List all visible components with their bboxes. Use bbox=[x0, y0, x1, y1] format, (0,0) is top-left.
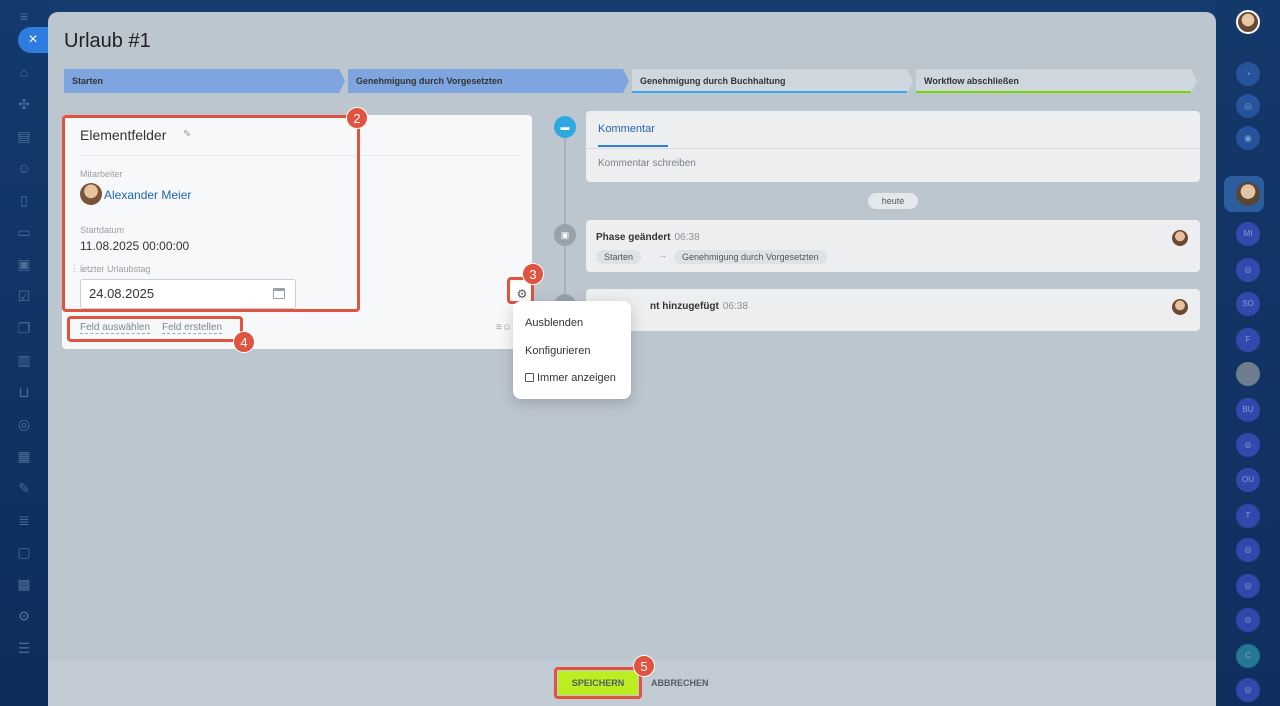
tab-comment[interactable]: Kommentar bbox=[598, 123, 655, 135]
comment-icon: ▬ bbox=[554, 116, 576, 138]
chat-avatar[interactable]: ◎ bbox=[1236, 538, 1260, 562]
annotation-badge-5: 5 bbox=[633, 655, 655, 677]
chat-avatar[interactable]: F bbox=[1236, 328, 1260, 352]
stage-genehmigung-vorgesetzten[interactable]: Genehmigung durch Vorgesetzten bbox=[348, 69, 629, 93]
chat-avatar[interactable]: BU bbox=[1236, 398, 1260, 422]
always-show-checkbox[interactable]: Immer anzeigen bbox=[525, 372, 616, 384]
settings-icon[interactable]: ⚙ bbox=[16, 608, 32, 624]
tab-underline bbox=[598, 145, 668, 147]
event-time: 06:38 bbox=[722, 301, 748, 312]
card-icon[interactable]: ▭ bbox=[16, 224, 32, 240]
workflow-slider: Urlaub #1 Starten Genehmigung durch Vorg… bbox=[48, 12, 1216, 706]
inbox-icon[interactable]: ▦ bbox=[16, 448, 32, 464]
bell-icon[interactable]: ◔ bbox=[1236, 62, 1260, 86]
author-avatar[interactable] bbox=[1172, 230, 1188, 246]
divider bbox=[586, 148, 1200, 149]
timeline-event: Phase geändert 06:38 Starten → Genehmigun… bbox=[586, 220, 1200, 272]
pen-icon[interactable]: ✎ bbox=[16, 480, 32, 496]
robot-icon: ▣ bbox=[554, 224, 576, 246]
target-icon[interactable]: ◎ bbox=[16, 416, 32, 432]
event-title: nt hinzugefügt 06:38 bbox=[650, 301, 748, 312]
stage-bar: Starten Genehmigung durch Vorgesetzten G… bbox=[64, 69, 1200, 93]
menu-item-hide[interactable]: Ausblenden bbox=[525, 317, 583, 329]
annotation-box-2 bbox=[62, 115, 360, 312]
date-separator: heute bbox=[868, 193, 918, 209]
close-slider-button[interactable]: × bbox=[18, 27, 48, 53]
annotation-box-4 bbox=[67, 316, 243, 342]
annotation-box-5 bbox=[554, 667, 642, 699]
list-icon[interactable]: ☰ bbox=[16, 640, 32, 656]
chat-avatar[interactable]: OU bbox=[1236, 468, 1260, 492]
event-title: Phase geändert 06:38 bbox=[596, 232, 700, 243]
search-chat-icon[interactable]: ◉ bbox=[1236, 126, 1260, 150]
copy-icon[interactable]: ❐ bbox=[16, 320, 32, 336]
chat-avatar[interactable]: ◎ bbox=[1236, 258, 1260, 282]
chat-avatar[interactable] bbox=[1236, 362, 1260, 386]
field-settings-menu: Ausblenden Konfigurieren Immer anzeigen bbox=[513, 301, 631, 399]
annotation-badge-2: 2 bbox=[346, 107, 368, 129]
profile-avatar[interactable] bbox=[1236, 10, 1260, 34]
stage-chip-from: Starten bbox=[596, 250, 642, 264]
chat-avatar[interactable] bbox=[1236, 182, 1260, 206]
stage-genehmigung-buchhaltung[interactable]: Genehmigung durch Buchhaltung bbox=[632, 69, 913, 93]
comment-input[interactable]: Kommentar schreiben bbox=[598, 158, 696, 169]
file-icon[interactable]: ▯ bbox=[16, 192, 32, 208]
stage-workflow-abschliessen[interactable]: Workflow abschließen bbox=[916, 69, 1197, 93]
author-avatar[interactable] bbox=[1172, 299, 1188, 315]
comment-editor: Kommentar Kommentar schreiben bbox=[586, 111, 1200, 182]
arrow-right-icon: → bbox=[658, 250, 667, 260]
checkbox-icon[interactable] bbox=[525, 373, 534, 382]
page-title: Urlaub #1 bbox=[64, 30, 151, 52]
event-time: 06:38 bbox=[674, 232, 700, 243]
left-navigation: ≡ ⌂ ✣ ▤ ☺ ▯ ▭ ▣ ☑ ❐ ▥ ⊔ ◎ ▦ ✎ ≣ ▢ ▩ ⚙ ☰ bbox=[0, 0, 48, 706]
annotation-badge-3: 3 bbox=[522, 263, 544, 285]
cancel-button[interactable]: ABBRECHEN bbox=[651, 671, 709, 695]
checkbox-icon[interactable]: ☑ bbox=[16, 288, 32, 304]
filter-icon[interactable]: ≣ bbox=[16, 512, 32, 528]
chat-icon[interactable]: ▢ bbox=[16, 544, 32, 560]
menu-icon[interactable]: ≡ bbox=[16, 8, 32, 24]
chat-avatar[interactable]: SO bbox=[1236, 292, 1260, 316]
monitor-icon[interactable]: ▣ bbox=[16, 256, 32, 272]
footer-bar: SPEICHERN ABBRECHEN 5 bbox=[48, 655, 1216, 706]
timeline-event: nt hinzugefügt 06:38 bbox=[586, 289, 1200, 331]
menu-item-configure[interactable]: Konfigurieren bbox=[525, 345, 590, 357]
stage-starten[interactable]: Starten bbox=[64, 69, 345, 93]
cart-icon[interactable]: ⊔ bbox=[16, 384, 32, 400]
copilot-icon[interactable]: ◎ bbox=[1236, 94, 1260, 118]
chat-avatar[interactable]: ◎ bbox=[1236, 678, 1260, 702]
chat-avatar[interactable]: T bbox=[1236, 504, 1260, 528]
annotation-badge-4: 4 bbox=[233, 331, 255, 353]
chat-avatar[interactable]: MI bbox=[1236, 222, 1260, 246]
users-icon[interactable]: ☺ bbox=[16, 160, 32, 176]
document-icon[interactable]: ▤ bbox=[16, 128, 32, 144]
chat-avatar[interactable]: C bbox=[1236, 644, 1260, 668]
stage-chip-to: Genehmigung durch Vorgesetzten bbox=[674, 250, 827, 264]
users-icon[interactable]: ≡☺ bbox=[496, 322, 512, 333]
puzzle-icon[interactable]: ✣ bbox=[16, 96, 32, 112]
chart-icon[interactable]: ▥ bbox=[16, 352, 32, 368]
chat-avatar[interactable]: ◎ bbox=[1236, 574, 1260, 598]
chat-avatar[interactable]: ◎ bbox=[1236, 433, 1260, 457]
home-icon[interactable]: ⌂ bbox=[16, 64, 32, 80]
chat-avatar[interactable]: ◎ bbox=[1236, 608, 1260, 632]
store-icon[interactable]: ▩ bbox=[16, 576, 32, 592]
right-sidebar: ◔ ◎ ◉ MI ◎ SO F BU ◎ OU T ◎ ◎ ◎ C ◎ bbox=[1216, 0, 1280, 706]
